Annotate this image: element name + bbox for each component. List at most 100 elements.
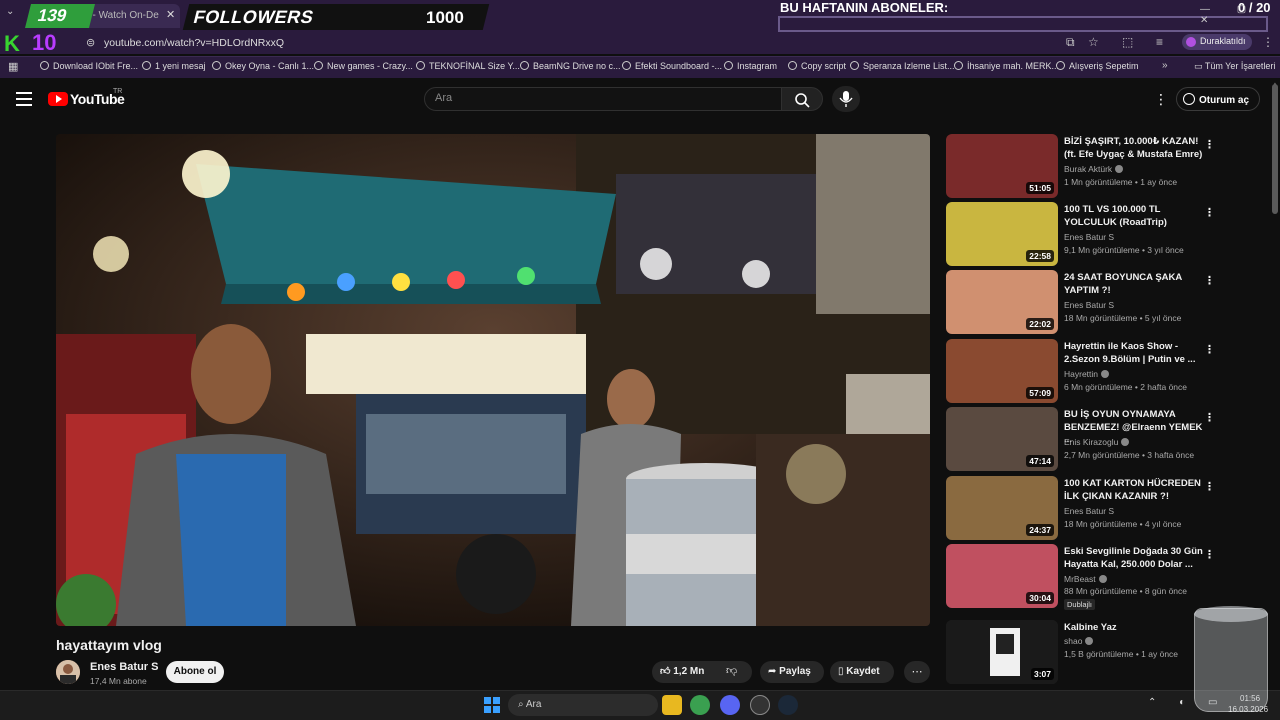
channel-avatar-image bbox=[56, 660, 80, 684]
subscribe-button[interactable]: Abone ol bbox=[166, 661, 224, 683]
profile-button[interactable]: Duraklatıldı bbox=[1182, 34, 1252, 50]
bookmark-item[interactable]: Copy script bbox=[788, 61, 846, 71]
list-item[interactable]: 30:04 Eski Sevgilinle Doğada 30 Gün Haya… bbox=[946, 544, 1216, 610]
list-item[interactable]: 3:07 Kalbine Yaz shao 1,5 B görüntüleme … bbox=[946, 620, 1216, 684]
share-icon: ➦ bbox=[768, 666, 780, 677]
browser-menu-icon[interactable]: ⋮ bbox=[1262, 35, 1274, 49]
bookmark-item[interactable]: Instagram bbox=[724, 61, 777, 71]
all-bookmarks-folder[interactable]: ▭ Tüm Yer İşaretleri bbox=[1194, 61, 1275, 72]
more-options-icon[interactable]: ⋮ bbox=[1204, 411, 1215, 424]
search-input[interactable]: Ara bbox=[424, 87, 782, 111]
more-options-icon[interactable]: ⋮ bbox=[1204, 480, 1215, 493]
rec-channel[interactable]: Enis Kirazoglu bbox=[1064, 437, 1130, 447]
video-duration: 47:14 bbox=[1026, 455, 1054, 467]
channel-name[interactable]: Enes Batur S bbox=[90, 661, 158, 673]
media-controls-icon[interactable]: ≡ bbox=[1156, 35, 1163, 49]
video-thumbnail[interactable]: 57:09 bbox=[946, 339, 1058, 403]
bookmark-item[interactable]: TEKNOFİNAL Size Y... bbox=[416, 61, 520, 71]
list-item[interactable]: 24:37 100 KAT KARTON HÜCREDEN İLK ÇIKAN … bbox=[946, 476, 1216, 540]
bookmark-item[interactable]: Speranza Izleme List... bbox=[850, 61, 955, 71]
save-button[interactable]: ▯ Kaydet bbox=[830, 661, 894, 683]
rec-title[interactable]: BİZİ ŞAŞIRT, 10.000₺ KAZAN! (ft. Efe Uyg… bbox=[1064, 136, 1204, 161]
video-player[interactable] bbox=[56, 134, 930, 626]
rec-channel[interactable]: Enes Batur S bbox=[1064, 506, 1114, 516]
video-duration: 3:07 bbox=[1030, 668, 1054, 680]
rec-meta: 18 Mn görüntüleme • 5 yıl önce bbox=[1064, 313, 1182, 323]
list-item[interactable]: 22:02 24 SAAT BOYUNCA ŞAKA YAPTIM ?! Ene… bbox=[946, 270, 1216, 334]
more-actions-button[interactable]: ⋯ bbox=[904, 661, 930, 683]
more-options-icon[interactable]: ⋮ bbox=[1154, 91, 1168, 108]
profile-avatar bbox=[1186, 36, 1196, 47]
more-options-icon[interactable]: ⋮ bbox=[1204, 138, 1215, 151]
video-thumbnail[interactable]: 51:05 bbox=[946, 134, 1058, 198]
file-explorer-icon[interactable] bbox=[662, 695, 682, 715]
bookmarks-overflow-icon[interactable]: » bbox=[1162, 60, 1168, 71]
rec-channel[interactable]: MrBeast bbox=[1064, 574, 1107, 584]
rec-title[interactable]: 24 SAAT BOYUNCA ŞAKA YAPTIM ?! bbox=[1064, 272, 1204, 297]
rec-channel[interactable]: Enes Batur S bbox=[1064, 300, 1114, 310]
more-options-icon[interactable]: ⋮ bbox=[1204, 343, 1215, 356]
list-item[interactable]: 47:14 BU İŞ OYUN OYNAMAYA BENZEMEZ! @Elr… bbox=[946, 407, 1216, 471]
video-thumbnail[interactable]: 22:02 bbox=[946, 270, 1058, 334]
extensions-icon[interactable]: ⬚ bbox=[1122, 35, 1133, 49]
scrollbar-thumb[interactable] bbox=[1272, 84, 1278, 214]
rec-channel[interactable]: shao bbox=[1064, 636, 1094, 646]
list-item[interactable]: 51:05 BİZİ ŞAŞIRT, 10.000₺ KAZAN! (ft. E… bbox=[946, 134, 1216, 198]
rec-channel-name: shao bbox=[1064, 636, 1083, 646]
rec-title[interactable]: Eski Sevgilinle Doğada 30 Gün Hayatta Ka… bbox=[1064, 546, 1204, 571]
chevron-down-icon[interactable]: ⌄ bbox=[6, 6, 14, 17]
video-thumbnail[interactable]: 22:58 bbox=[946, 202, 1058, 266]
rec-title[interactable]: Kalbine Yaz bbox=[1064, 622, 1204, 635]
bookmark-item[interactable]: Okey Oyna - Canlı 1... bbox=[212, 61, 314, 71]
rec-title[interactable]: Hayrettin ile Kaos Show - 2.Sezon 9.Bölü… bbox=[1064, 341, 1204, 366]
bookmark-item[interactable]: Efekti Soundboard -... bbox=[622, 61, 722, 71]
address-bar-url[interactable]: youtube.com/watch?v=HDLOrdNRxxQ bbox=[104, 37, 284, 49]
rec-title[interactable]: 100 TL VS 100.000 TL YOLCULUK (RoadTrip) bbox=[1064, 204, 1204, 229]
bookmark-item[interactable]: Alışveriş Sepetim bbox=[1056, 61, 1139, 71]
windows-start-icon[interactable] bbox=[484, 697, 500, 713]
bookmark-item[interactable]: Download IObit Fre... bbox=[40, 61, 138, 71]
bookmark-item[interactable]: BeamNG Drive no c... bbox=[520, 61, 621, 71]
share-button[interactable]: ➦ Paylaş bbox=[760, 661, 824, 683]
list-item[interactable]: 22:58 100 TL VS 100.000 TL YOLCULUK (Roa… bbox=[946, 202, 1216, 266]
more-options-icon[interactable]: ⋮ bbox=[1204, 206, 1215, 219]
bookmark-favicon-icon bbox=[40, 61, 49, 70]
like-button[interactable]: 👍︎ 1,2 Mn bbox=[660, 665, 704, 677]
taskbar-search-placeholder: Ara bbox=[525, 699, 542, 710]
rec-title[interactable]: 100 KAT KARTON HÜCREDEN İLK ÇIKAN KAZANI… bbox=[1064, 478, 1204, 503]
taskbar-search[interactable]: ⌕ Ara bbox=[508, 694, 658, 716]
site-info-icon[interactable]: ⊜ bbox=[86, 36, 95, 49]
window-controls[interactable]: — ▢ ✕ bbox=[1200, 4, 1280, 26]
hamburger-menu-icon[interactable] bbox=[16, 92, 32, 106]
chrome-icon[interactable] bbox=[690, 695, 710, 715]
rec-channel[interactable]: Enes Batur S bbox=[1064, 232, 1114, 242]
search-icon: ⌕ bbox=[518, 699, 526, 710]
discord-icon[interactable] bbox=[720, 695, 740, 715]
rec-channel[interactable]: Hayrettin bbox=[1064, 369, 1110, 379]
dislike-button[interactable]: 👎︎ bbox=[726, 664, 737, 677]
video-thumbnail[interactable]: 30:04 bbox=[946, 544, 1058, 608]
bookmark-favicon-icon bbox=[212, 61, 221, 70]
bookmark-item[interactable]: 1 yeni mesaj bbox=[142, 61, 206, 71]
bookmark-item[interactable]: İhsaniye mah. MERK... bbox=[954, 61, 1059, 71]
video-duration: 57:09 bbox=[1026, 387, 1054, 399]
like-count: 1,2 Mn bbox=[673, 666, 705, 677]
rec-channel[interactable]: Burak Aktürk bbox=[1064, 164, 1124, 174]
signin-button[interactable]: Oturum aç bbox=[1176, 87, 1260, 111]
list-item[interactable]: 57:09 Hayrettin ile Kaos Show - 2.Sezon … bbox=[946, 339, 1216, 403]
video-thumbnail[interactable]: 24:37 bbox=[946, 476, 1058, 540]
more-options-icon[interactable]: ⋮ bbox=[1204, 274, 1215, 287]
voice-search-button[interactable] bbox=[832, 86, 860, 112]
bookmark-star-icon[interactable]: ☆ bbox=[1088, 35, 1099, 49]
install-icon[interactable]: ⧉ bbox=[1066, 35, 1075, 50]
video-thumbnail[interactable]: 47:14 bbox=[946, 407, 1058, 471]
close-icon[interactable]: ✕ bbox=[166, 8, 175, 21]
search-button[interactable] bbox=[781, 87, 823, 111]
bookmark-item[interactable]: New games - Crazy... bbox=[314, 61, 413, 71]
obs-icon[interactable] bbox=[750, 695, 770, 715]
more-options-icon[interactable]: ⋮ bbox=[1204, 548, 1215, 561]
steam-icon[interactable] bbox=[778, 695, 798, 715]
apps-grid-icon[interactable]: ▦ bbox=[8, 60, 18, 73]
avatar[interactable] bbox=[56, 660, 80, 684]
video-thumbnail[interactable]: 3:07 bbox=[946, 620, 1058, 684]
